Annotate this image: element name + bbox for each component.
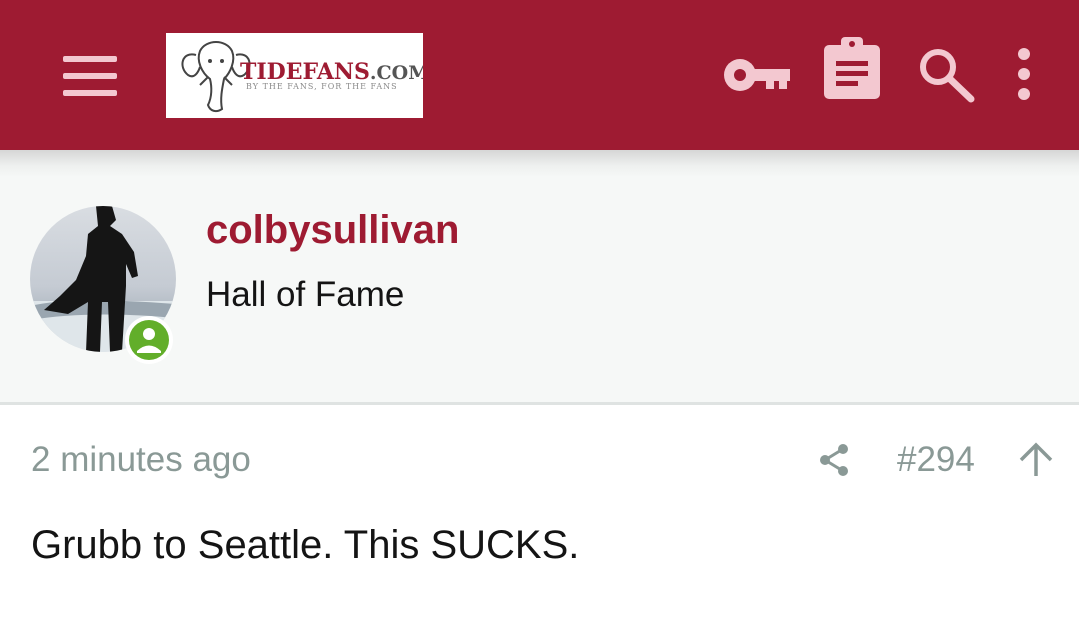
logo-tagline: BY THE FANS, FOR THE FANS xyxy=(246,82,398,91)
user-icon xyxy=(137,328,161,353)
menu-icon xyxy=(63,56,117,62)
menu-button[interactable] xyxy=(58,50,124,100)
post-timestamp[interactable]: 2 minutes ago xyxy=(31,440,251,480)
arrow-up-icon[interactable] xyxy=(1018,442,1054,476)
more-vertical-icon[interactable] xyxy=(1012,48,1036,102)
share-icon[interactable] xyxy=(818,442,850,478)
header-shadow xyxy=(0,150,1079,176)
clipboard-icon[interactable] xyxy=(824,37,880,99)
author-username[interactable]: colbysullivan xyxy=(206,208,459,253)
site-logo[interactable]: TIDEFANS.COM BY THE FANS, FOR THE FANS xyxy=(166,33,423,118)
author-title: Hall of Fame xyxy=(206,275,405,314)
key-icon[interactable] xyxy=(722,55,790,95)
search-icon[interactable] xyxy=(918,47,976,103)
post-body: Grubb to Seattle. This SUCKS. xyxy=(31,523,580,567)
online-status-badge xyxy=(125,316,173,364)
post-number[interactable]: #294 xyxy=(897,440,975,480)
